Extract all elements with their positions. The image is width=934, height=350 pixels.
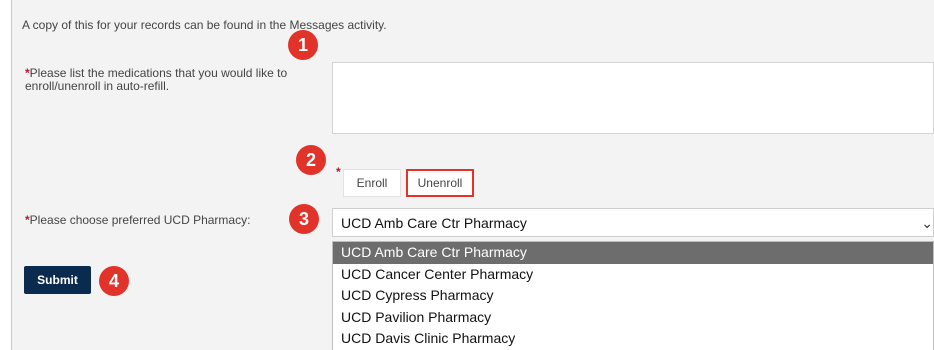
- pharmacy-option[interactable]: UCD Amb Care Ctr Pharmacy: [333, 242, 933, 264]
- pharmacy-option[interactable]: UCD Davis Clinic Pharmacy: [333, 328, 933, 350]
- step-badge-3: 3: [289, 204, 319, 234]
- intro-text: A copy of this for your records can be f…: [22, 18, 387, 32]
- enroll-button[interactable]: Enroll: [343, 169, 401, 197]
- pharmacy-selected-value: UCD Amb Care Ctr Pharmacy: [341, 214, 527, 231]
- medications-label: *Please list the medications that you wo…: [25, 67, 287, 93]
- pharmacy-dropdown-list: UCD Amb Care Ctr Pharmacy UCD Cancer Cen…: [332, 241, 934, 350]
- medications-label-line2: enroll/unenroll in auto-refill.: [25, 79, 170, 93]
- step-badge-1: 1: [288, 30, 318, 60]
- pharmacy-option[interactable]: UCD Cancer Center Pharmacy: [333, 264, 933, 286]
- submit-button[interactable]: Submit: [24, 266, 91, 294]
- pharmacy-option[interactable]: UCD Cypress Pharmacy: [333, 285, 933, 307]
- step-badge-4: 4: [99, 266, 129, 296]
- pharmacy-option[interactable]: UCD Pavilion Pharmacy: [333, 307, 933, 329]
- required-mark: *: [336, 165, 341, 179]
- pharmacy-label-text: Please choose preferred UCD Pharmacy:: [29, 213, 251, 227]
- unenroll-button[interactable]: Unenroll: [406, 169, 474, 197]
- pharmacy-select[interactable]: UCD Amb Care Ctr Pharmacy ⌄: [332, 208, 934, 237]
- medications-label-line1: Please list the medications that you wou…: [29, 66, 288, 80]
- pharmacy-label: *Please choose preferred UCD Pharmacy:: [25, 214, 250, 227]
- step-badge-2: 2: [296, 145, 326, 175]
- chevron-down-icon: ⌄: [921, 215, 933, 231]
- medications-textarea[interactable]: [332, 62, 934, 134]
